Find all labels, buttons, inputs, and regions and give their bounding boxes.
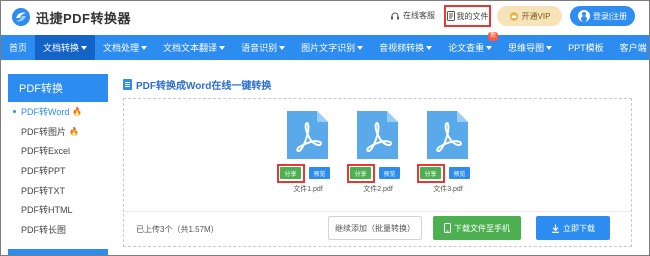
nav-item[interactable]: 语音识别 <box>233 35 293 60</box>
pdf-file-icon <box>425 109 470 161</box>
share-button[interactable]: 分享 <box>350 167 371 179</box>
user-icon <box>577 10 590 22</box>
sidebar-item-label: PDF转TXT <box>21 185 65 196</box>
sidebar-next-section[interactable] <box>8 249 108 255</box>
pdf-file-icon <box>285 109 330 161</box>
download-icon <box>552 224 559 233</box>
sidebar-item[interactable]: PDF转长图 <box>8 220 108 240</box>
upload-count: 已上传3个（共1.57M） <box>136 225 219 234</box>
nav-item-label: 文档转换 <box>43 43 80 53</box>
online-service-link[interactable]: 在线客服 <box>390 10 435 21</box>
top-header: 迅捷PDF转换器 在线客服 我的文件 开通VIP 登录|注册 <box>1 1 649 33</box>
divider <box>124 211 631 212</box>
upload-area[interactable]: 分享 预览 文件1.pdf 分享 预览 文件2.pdf 分享 预览 文件3.pdf 已上传3个（… <box>123 98 632 247</box>
vip-label: 开通VIP <box>521 11 551 21</box>
sidebar: PDF转换 PDF转Word 🔥 PDF转图片 🔥 PDF转Excel PDF转PPT PD… <box>8 74 108 255</box>
page-title-text: PDF转换成Word在线一键转换 <box>136 81 272 92</box>
sidebar-title: PDF转换 <box>8 74 108 102</box>
nav-item-label: 客户端 <box>619 43 647 53</box>
continue-add-button[interactable]: 继续添加（批量转换） <box>328 216 422 240</box>
sidebar-item[interactable]: PDF转Word 🔥 <box>8 102 108 122</box>
share-button[interactable]: 分享 <box>280 167 301 179</box>
nav-item-label: 语音识别 <box>241 43 278 53</box>
file-name: 文件2.pdf <box>363 186 393 193</box>
sidebar-item-label: PDF转PPT <box>21 166 66 177</box>
nav-item[interactable]: 文档文本翻译 <box>155 35 233 60</box>
pdf-file-icon <box>355 109 400 161</box>
crown-icon <box>509 11 518 21</box>
chevron-down-icon <box>81 45 88 50</box>
download-to-phone-label: 下载文件至手机 <box>454 223 510 233</box>
chevron-down-icon <box>219 45 226 50</box>
online-service-label: 在线客服 <box>403 11 435 20</box>
chevron-down-icon <box>486 45 493 50</box>
nav-item-label: PPT模板 <box>568 43 604 53</box>
app-frame: 迅捷PDF转换器 在线客服 我的文件 开通VIP 登录|注册 首页 文档转换 文… <box>0 0 650 256</box>
flame-icon: 🔥 <box>72 107 83 117</box>
preview-button[interactable]: 预览 <box>309 167 330 179</box>
sidebar-item-label: PDF转图片 <box>21 126 67 137</box>
preview-button[interactable]: 预览 <box>379 167 400 179</box>
chevron-down-icon <box>426 45 433 50</box>
main-nav: 首页 文档转换 文档处理 文档文本翻译 语音识别 图片文字识别 音视频转换 论文查重新思维导图… <box>1 32 649 60</box>
my-files-label: 我的文件 <box>456 11 489 21</box>
nav-item[interactable]: 客户端 <box>612 35 649 60</box>
file-item: 分享 预览文件1.pdf <box>277 109 337 194</box>
file-item: 分享 预览文件2.pdf <box>347 109 407 194</box>
download-to-phone-button[interactable]: 下载文件至手机 <box>433 216 521 240</box>
nav-item[interactable]: 图片文字识别 <box>293 35 371 60</box>
nav-item[interactable]: 思维导图 <box>500 35 560 60</box>
nav-item-label: 图片文字识别 <box>301 43 356 53</box>
share-button[interactable]: 分享 <box>420 167 441 179</box>
nav-item-label: 音视频转换 <box>379 43 425 53</box>
sidebar-item-label: PDF转Excel <box>21 146 71 157</box>
sidebar-item-label: PDF转HTML <box>21 205 73 216</box>
download-now-label: 立即下载 <box>563 223 595 233</box>
nav-item-label: 思维导图 <box>508 43 545 53</box>
nav-item[interactable]: 论文查重新 <box>440 32 500 60</box>
file-actions: 分享 预览 <box>417 164 477 183</box>
headset-icon <box>391 12 399 19</box>
file-actions: 分享 预览 <box>347 164 407 183</box>
sidebar-item[interactable]: PDF转HTML <box>8 200 108 220</box>
nav-item[interactable]: 文档处理 <box>95 35 155 60</box>
file-actions: 分享 预览 <box>277 164 337 183</box>
file-name: 文件1.pdf <box>293 186 323 193</box>
nav-item[interactable]: 文档转换 <box>35 35 96 60</box>
sidebar-item[interactable]: PDF转TXT <box>8 180 108 200</box>
preview-button[interactable]: 预览 <box>449 167 470 179</box>
page-title: PDF转换成Word在线一键转换 <box>123 77 271 92</box>
nav-item-label: 首页 <box>9 43 28 53</box>
chevron-down-icon <box>279 45 286 50</box>
nav-item[interactable]: PPT模板 <box>560 35 612 60</box>
flame-icon: 🔥 <box>69 126 79 136</box>
nav-item-label: 文档文本翻译 <box>163 43 218 53</box>
file-item: 分享 预览文件3.pdf <box>417 109 477 194</box>
chevron-down-icon <box>546 45 553 50</box>
vip-button[interactable]: 开通VIP <box>497 6 562 26</box>
nav-item-label: 论文查重 <box>448 43 485 53</box>
my-files-button[interactable]: 我的文件 <box>444 5 491 27</box>
download-now-button[interactable]: 立即下载 <box>536 216 610 240</box>
chevron-down-icon <box>357 45 364 50</box>
logo-icon <box>12 8 30 26</box>
nav-item-label: 文档处理 <box>103 43 140 53</box>
login-button[interactable]: 登录|注册 <box>570 6 635 26</box>
sidebar-item[interactable]: PDF转Excel <box>8 141 108 161</box>
nav-item[interactable]: 首页 <box>1 35 35 60</box>
new-badge: 新 <box>488 32 499 41</box>
sidebar-item-label: PDF转Word <box>21 107 70 118</box>
brand-name: 迅捷PDF转换器 <box>36 11 132 26</box>
phone-icon <box>444 223 451 233</box>
chevron-down-icon <box>141 45 148 50</box>
login-label: 登录|注册 <box>592 11 628 21</box>
file-icon <box>446 11 455 21</box>
sidebar-item[interactable]: PDF转图片 🔥 <box>8 122 108 142</box>
sidebar-item-label: PDF转长图 <box>21 224 67 235</box>
file-name: 文件3.pdf <box>433 186 463 193</box>
nav-item[interactable]: 音视频转换 <box>371 35 440 60</box>
sidebar-item[interactable]: PDF转PPT <box>8 161 108 181</box>
document-icon <box>123 79 132 90</box>
